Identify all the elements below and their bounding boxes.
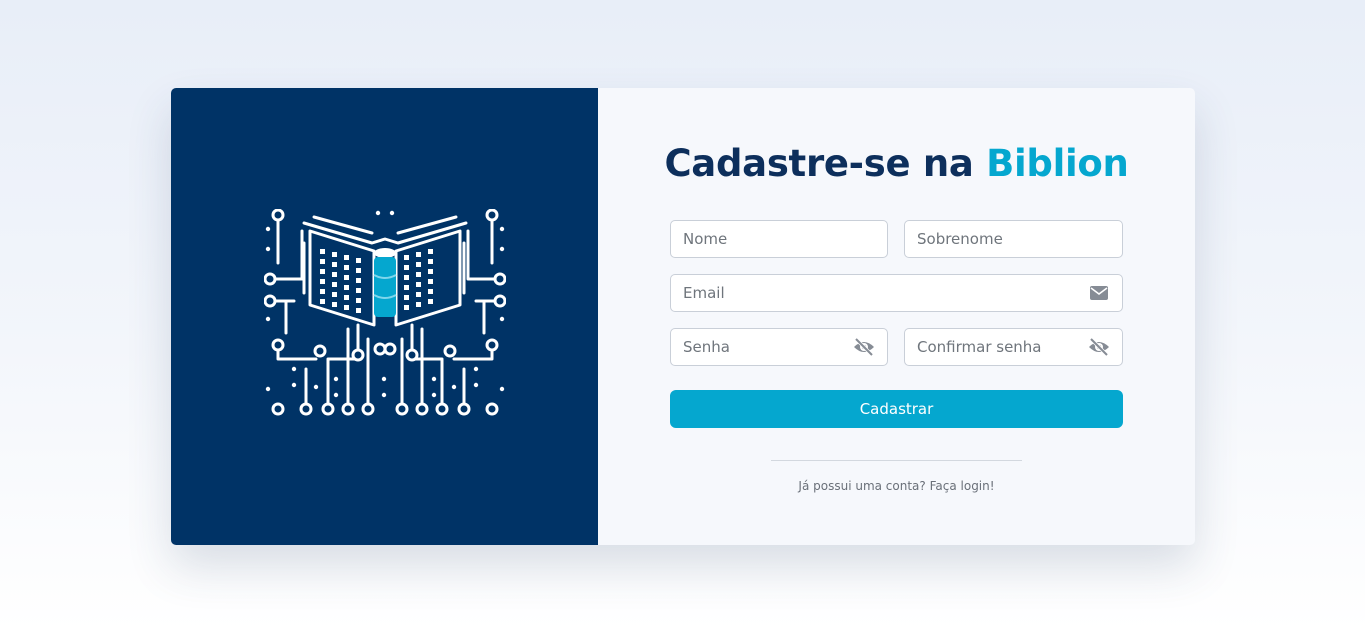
- eye-slash-icon[interactable]: [853, 336, 875, 358]
- first-name-field: [670, 220, 888, 258]
- last-name-field: [904, 220, 1123, 258]
- title-brand: Biblion: [986, 142, 1129, 185]
- confirm-password-input[interactable]: [905, 329, 1088, 365]
- eye-slash-icon[interactable]: [1088, 336, 1110, 358]
- envelope-icon: [1088, 282, 1110, 304]
- email-input[interactable]: [671, 275, 1088, 311]
- biblion-logo: [263, 208, 506, 415]
- signup-card: Cadastre-se na Biblion Cadastrar: [171, 88, 1195, 545]
- email-field: [670, 274, 1123, 312]
- register-button[interactable]: Cadastrar: [670, 390, 1123, 428]
- title-prefix: Cadastre-se na: [664, 142, 987, 185]
- page-title: Cadastre-se na Biblion: [598, 142, 1195, 185]
- password-input[interactable]: [671, 329, 853, 365]
- login-link[interactable]: Já possui uma conta? Faça login!: [598, 479, 1195, 493]
- password-field: [670, 328, 888, 366]
- confirm-password-field: [904, 328, 1123, 366]
- first-name-input[interactable]: [671, 221, 887, 257]
- divider: [771, 460, 1022, 461]
- last-name-input[interactable]: [905, 221, 1122, 257]
- signup-form: Cadastre-se na Biblion Cadastrar: [598, 88, 1195, 545]
- brand-panel: [171, 88, 598, 545]
